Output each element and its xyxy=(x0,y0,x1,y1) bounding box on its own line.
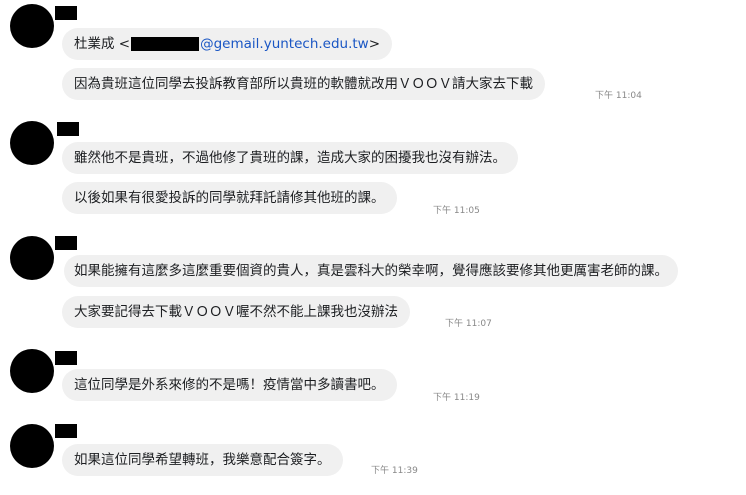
message-timestamp: 下午 11:19 xyxy=(433,393,480,403)
avatar[interactable] xyxy=(10,424,54,468)
message-text: 雖然他不是貴班，不過他修了貴班的課，造成大家的困擾我也沒有辦法。 xyxy=(74,150,506,166)
message-text: 如果這位同學希望轉班，我樂意配合簽字。 xyxy=(74,452,331,468)
message-text: 如果能擁有這麼多這麼重要個資的貴人，真是雲科大的榮幸啊，覺得應該要修其他更厲害老… xyxy=(74,263,668,279)
email-link[interactable]: @gemail.yuntech.edu.tw xyxy=(200,36,369,52)
message-timestamp: 下午 11:04 xyxy=(595,91,642,101)
redacted-sender-name xyxy=(55,351,77,365)
message-bubble[interactable]: 大家要記得去下載ＶＯＯＶ喔不然不能上課我也沒辦法 xyxy=(62,296,410,328)
sender-name: 杜業成 < xyxy=(74,36,131,52)
message-timestamp: 下午 11:05 xyxy=(433,206,480,216)
redacted-email-user xyxy=(131,37,200,51)
email-close-bracket: > xyxy=(368,36,381,52)
message-bubble[interactable]: 如果這位同學希望轉班，我樂意配合簽字。 xyxy=(62,444,343,476)
message-text: 以後如果有很愛投訴的同學就拜託請修其他班的課。 xyxy=(74,190,385,206)
message-text: 大家要記得去下載ＶＯＯＶ喔不然不能上課我也沒辦法 xyxy=(74,304,398,320)
message-bubble[interactable]: 杜業成 < @gemail.yuntech.edu.tw> xyxy=(62,28,393,60)
message-bubble[interactable]: 因為貴班這位同學去投訴教育部所以貴班的軟體就改用ＶＯＯＶ請大家去下載 xyxy=(62,68,545,100)
redacted-sender-name xyxy=(55,236,77,250)
redacted-sender-name xyxy=(55,6,77,20)
message-bubble[interactable]: 以後如果有很愛投訴的同學就拜託請修其他班的課。 xyxy=(62,182,397,214)
message-bubble[interactable]: 雖然他不是貴班，不過他修了貴班的課，造成大家的困擾我也沒有辦法。 xyxy=(62,142,518,174)
redacted-sender-name xyxy=(55,424,77,438)
message-timestamp: 下午 11:07 xyxy=(445,319,492,329)
message-text: 因為貴班這位同學去投訴教育部所以貴班的軟體就改用ＶＯＯＶ請大家去下載 xyxy=(74,76,533,92)
avatar[interactable] xyxy=(10,349,54,393)
avatar[interactable] xyxy=(10,4,54,48)
message-timestamp: 下午 11:39 xyxy=(371,466,418,476)
message-bubble[interactable]: 如果能擁有這麼多這麼重要個資的貴人，真是雲科大的榮幸啊，覺得應該要修其他更厲害老… xyxy=(64,255,678,287)
avatar[interactable] xyxy=(10,121,54,165)
redacted-sender-name xyxy=(57,122,79,136)
avatar[interactable] xyxy=(10,236,54,280)
message-bubble[interactable]: 這位同學是外系來修的不是嗎！疫情當中多讀書吧。 xyxy=(62,369,397,401)
message-text: 這位同學是外系來修的不是嗎！疫情當中多讀書吧。 xyxy=(74,377,385,393)
